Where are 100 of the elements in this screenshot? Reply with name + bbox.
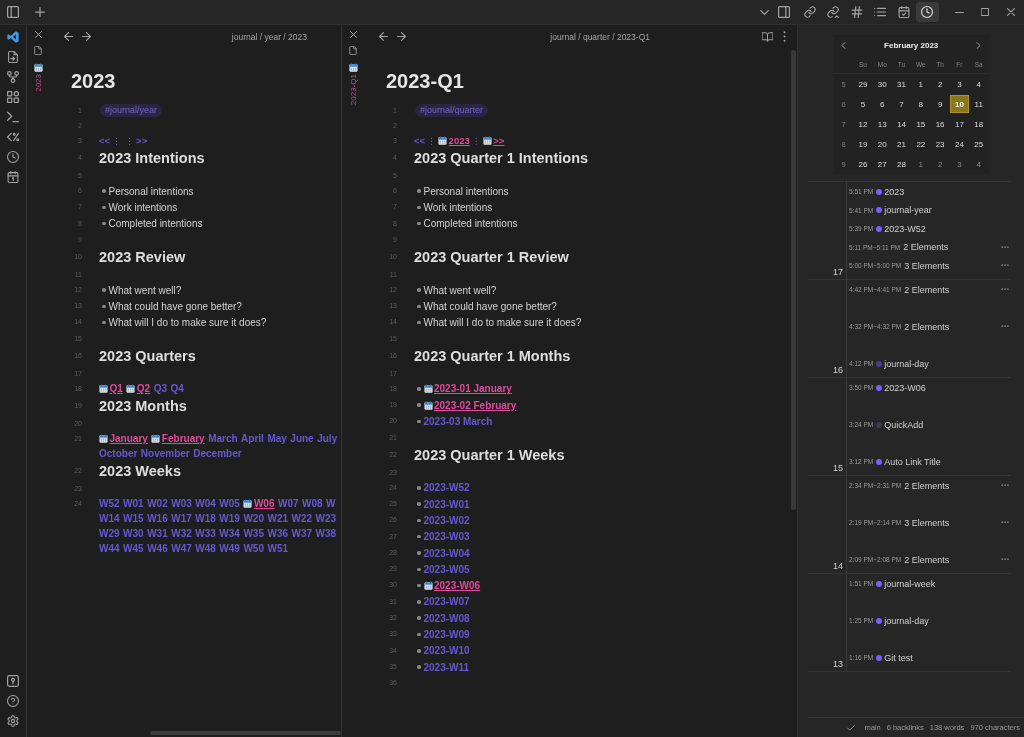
- more-icon[interactable]: [1001, 558, 1009, 561]
- note-link[interactable]: 2023-W09: [423, 628, 470, 641]
- calendar-day[interactable]: 28: [891, 154, 912, 174]
- entry-group-title[interactable]: 2 Elements: [904, 480, 950, 491]
- note-link[interactable]: W14: [99, 511, 120, 525]
- forward-arrow-icon[interactable]: [82, 32, 91, 41]
- plus-icon[interactable]: [35, 7, 45, 17]
- chevron-right-icon[interactable]: [976, 41, 982, 49]
- note-link[interactable]: W20: [243, 511, 264, 525]
- note-link[interactable]: W02: [147, 496, 168, 510]
- back-arrow-icon[interactable]: [64, 32, 73, 41]
- calendar-day[interactable]: 12: [853, 114, 873, 134]
- note-link[interactable]: W16: [147, 511, 168, 525]
- note-link[interactable]: W: [326, 496, 336, 510]
- keyhole-icon[interactable]: [7, 675, 19, 687]
- note-link[interactable]: W07: [277, 496, 299, 510]
- note-link[interactable]: 2023-W52: [423, 481, 470, 495]
- calendar-day[interactable]: 20: [872, 134, 892, 154]
- note-link[interactable]: 2023-03 March: [423, 415, 493, 428]
- note-link[interactable]: W15: [123, 511, 144, 525]
- entry-group-title[interactable]: 3 Elements: [904, 517, 950, 528]
- note-link[interactable]: February: [151, 431, 205, 445]
- note-link[interactable]: >>: [136, 134, 148, 147]
- note-link[interactable]: W22: [291, 511, 313, 525]
- note-link[interactable]: 2023-W10: [423, 644, 470, 658]
- entry-title[interactable]: 2023-W06: [884, 382, 926, 393]
- calendar-day[interactable]: 26: [853, 154, 873, 174]
- note-link[interactable]: W48: [195, 541, 216, 555]
- more-icon[interactable]: [1001, 245, 1009, 249]
- scrollbar-thumb[interactable]: [791, 50, 796, 510]
- breadcrumb[interactable]: journal / quarter / 2023-Q1: [550, 31, 650, 42]
- book-open-icon[interactable]: [762, 31, 773, 42]
- calendar-day[interactable]: 2: [930, 154, 950, 174]
- tab-title[interactable]: 2023-Q1: [348, 74, 358, 106]
- note-link[interactable]: W49: [219, 541, 240, 555]
- calendar-day[interactable]: 5: [853, 94, 873, 114]
- branch-icon[interactable]: [7, 71, 19, 83]
- note-link[interactable]: June: [290, 431, 314, 445]
- entry-title[interactable]: journal-year: [884, 205, 932, 215]
- calendar-day[interactable]: 17: [949, 114, 970, 134]
- note-link[interactable]: W03: [171, 496, 192, 510]
- note-link[interactable]: W34: [219, 526, 240, 540]
- settings-icon[interactable]: [7, 715, 19, 727]
- note-link[interactable]: W23: [315, 511, 337, 525]
- note-link[interactable]: W47: [171, 541, 192, 555]
- note-link[interactable]: Q2: [126, 381, 151, 395]
- note-link[interactable]: W38: [315, 526, 337, 540]
- more-icon[interactable]: [1001, 521, 1009, 524]
- more-icon[interactable]: [1001, 288, 1009, 291]
- calendar-day[interactable]: 31: [891, 74, 912, 94]
- code-logo-icon[interactable]: [7, 31, 19, 43]
- close-icon[interactable]: [349, 31, 357, 38]
- note-link[interactable]: W01: [123, 496, 144, 510]
- panel-right-icon[interactable]: [778, 6, 790, 18]
- calendar-day[interactable]: 4: [969, 74, 989, 94]
- calendar-day[interactable]: 1: [911, 74, 931, 94]
- note-link[interactable]: W31: [147, 526, 168, 540]
- chevron-percent-icon[interactable]: [7, 131, 19, 143]
- help-icon[interactable]: [7, 695, 19, 707]
- calendar-day[interactable]: 13: [872, 114, 892, 134]
- entry-title[interactable]: journal-week: [884, 578, 936, 589]
- entry-group-title[interactable]: 2 Elements: [904, 554, 950, 565]
- calendar-icon[interactable]: [7, 171, 19, 183]
- note-link[interactable]: 2023-W05: [423, 562, 470, 576]
- check-icon[interactable]: [847, 724, 856, 731]
- file-arrow-icon[interactable]: [7, 51, 19, 63]
- note-link[interactable]: W32: [171, 526, 192, 540]
- sidebar-toggle-icon[interactable]: [7, 6, 19, 18]
- entry-title[interactable]: journal-day: [884, 615, 929, 626]
- entry-title[interactable]: 2023-W52: [884, 223, 926, 234]
- calendar-day[interactable]: 21: [891, 134, 912, 154]
- calendar-day[interactable]: 10: [950, 95, 969, 113]
- calendar-day[interactable]: 4: [969, 154, 989, 174]
- calendar-day[interactable]: 15: [911, 114, 931, 134]
- note-link[interactable]: January: [99, 431, 148, 445]
- note-link[interactable]: W46: [147, 541, 168, 555]
- entry-title[interactable]: journal-day: [884, 358, 929, 369]
- note-link[interactable]: 2023: [438, 134, 470, 147]
- calendar-day[interactable]: 18: [969, 114, 989, 134]
- note-link[interactable]: W19: [219, 511, 240, 525]
- calendar-day[interactable]: 11: [969, 94, 989, 114]
- calendar-day[interactable]: 22: [911, 134, 931, 154]
- note-link[interactable]: W51: [267, 541, 288, 555]
- note-link[interactable]: 2023-W02: [423, 513, 470, 527]
- entry-title[interactable]: 2023: [884, 186, 905, 197]
- note-link[interactable]: W06: [243, 496, 275, 510]
- calendar-day[interactable]: 1: [911, 154, 931, 174]
- note-link[interactable]: W29: [99, 526, 120, 540]
- note-link[interactable]: W36: [267, 526, 288, 540]
- entry-group-title[interactable]: 3 Elements: [904, 260, 950, 271]
- note-link[interactable]: W50: [243, 541, 264, 555]
- calendar-day[interactable]: 7: [891, 94, 912, 114]
- note-link[interactable]: <<: [414, 134, 426, 147]
- note-link[interactable]: W45: [123, 541, 144, 555]
- note-link[interactable]: W30: [123, 526, 144, 540]
- note-link[interactable]: W04: [195, 496, 216, 510]
- grid-icon[interactable]: [7, 91, 19, 103]
- note-link[interactable]: 2023-W01: [423, 497, 470, 511]
- calendar-day[interactable]: 14: [891, 114, 912, 134]
- entry-title[interactable]: QuickAdd: [884, 419, 924, 430]
